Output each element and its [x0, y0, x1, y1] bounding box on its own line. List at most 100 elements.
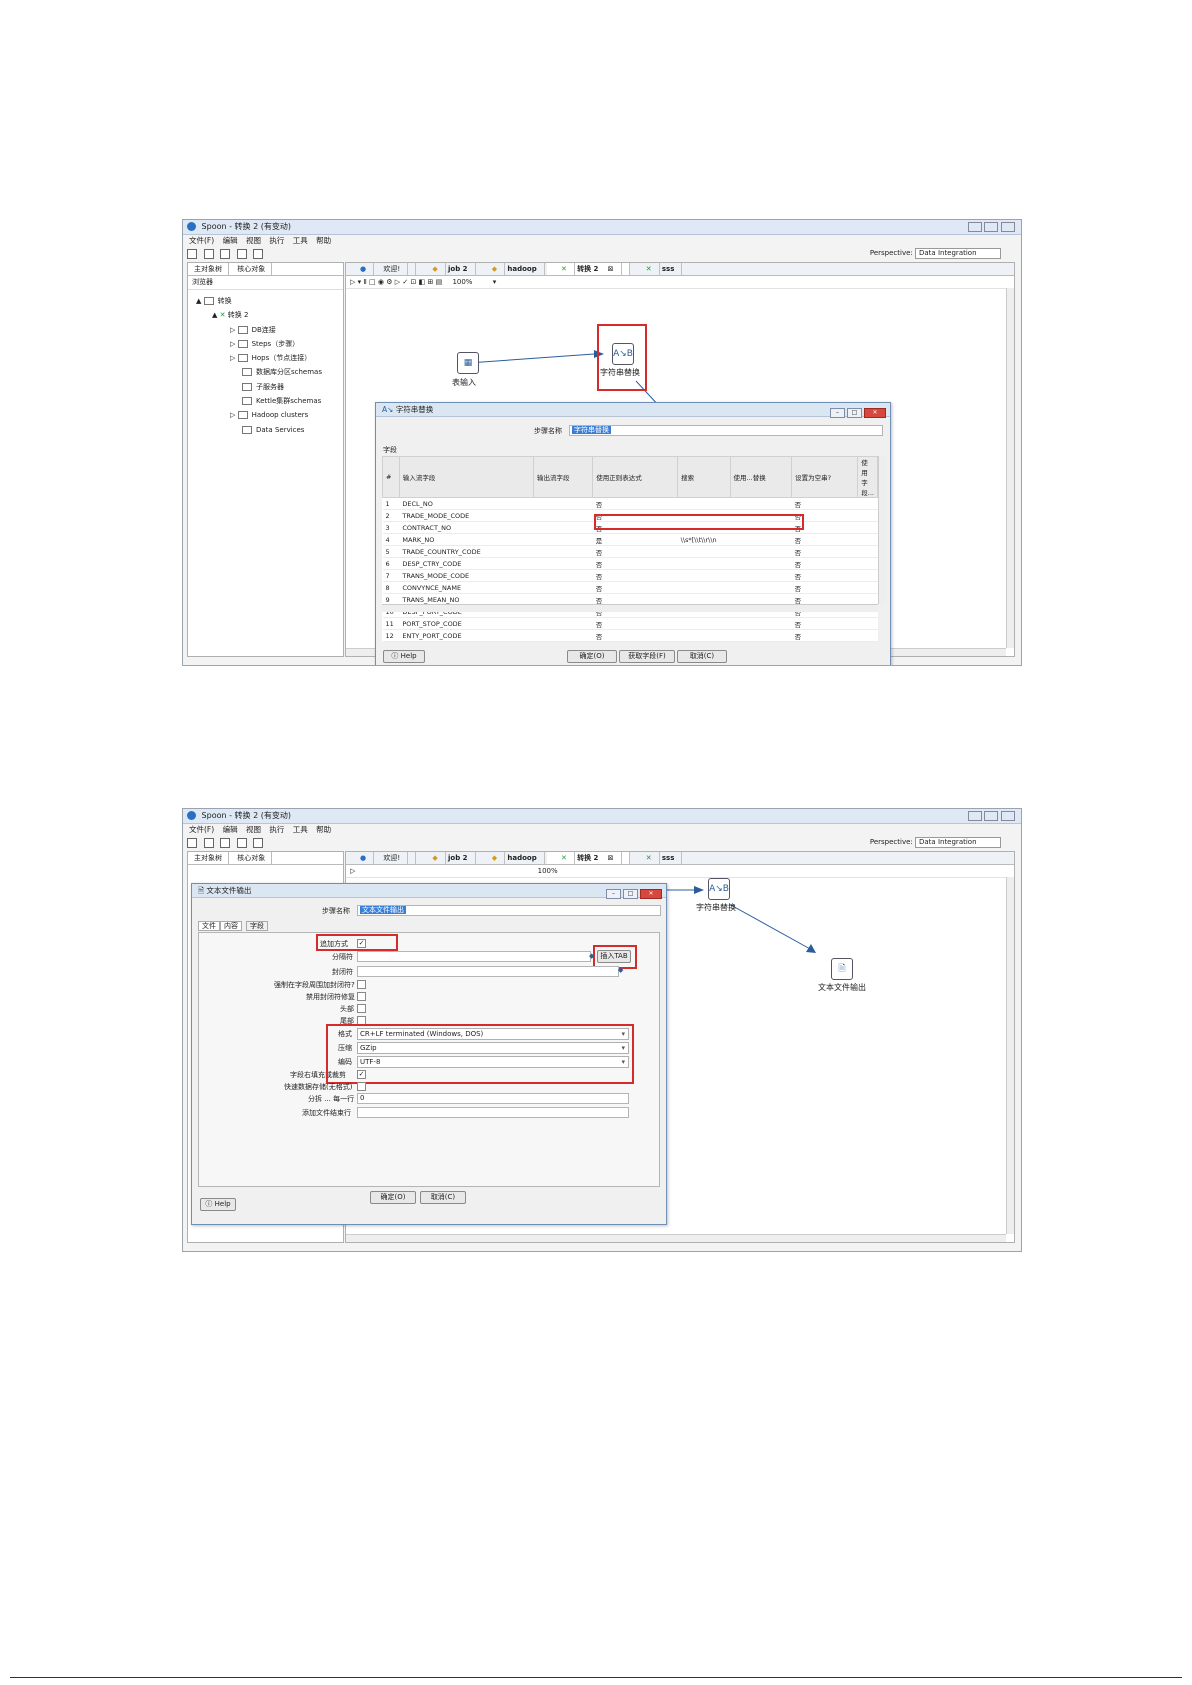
menu-edit[interactable]: 编辑: [223, 236, 238, 245]
col-out-stream[interactable]: 输出流字段: [532, 456, 594, 498]
tab-design[interactable]: 核心对象: [231, 263, 273, 275]
tab-view[interactable]: 主对象树: [188, 263, 229, 275]
hop-arrow-icon: [806, 944, 816, 953]
col-replace-field[interactable]: 使用字段...: [857, 456, 878, 498]
col-in-stream[interactable]: 输入流字段: [398, 456, 534, 498]
disable-enclosure-fix-checkbox[interactable]: [357, 992, 366, 1001]
help-button[interactable]: ⓘ Help: [383, 650, 425, 663]
tree-item-cluster-schemas[interactable]: Kettle集群schemas: [188, 394, 343, 408]
col-index[interactable]: #: [382, 456, 400, 498]
help-button[interactable]: ⓘ Help: [200, 1198, 236, 1211]
tab-file[interactable]: 文件: [198, 921, 220, 931]
minimize-icon[interactable]: –: [606, 889, 621, 899]
split-every-input[interactable]: 0: [357, 1093, 629, 1104]
table-row[interactable]: 11 PORT_STOP_CODE 否否: [382, 617, 878, 630]
tree-item-transformations[interactable]: ▲ 转换: [188, 294, 343, 308]
perspective-select[interactable]: Data Integration: [915, 248, 1001, 259]
open-file-icon[interactable]: [203, 838, 214, 848]
table-vertical-scrollbar[interactable]: [878, 456, 886, 604]
menu-help[interactable]: 帮助: [316, 236, 331, 245]
table-row[interactable]: 8 CONVYNCE_NAME 否否: [382, 581, 878, 594]
tree-item-partition-schemas[interactable]: 数据库分区schemas: [188, 365, 343, 379]
explore-repository-icon[interactable]: [220, 249, 231, 259]
table-horizontal-scrollbar[interactable]: [382, 604, 878, 612]
tab-content[interactable]: 内容: [220, 921, 242, 931]
table-row[interactable]: 1 DECL_NO 否否: [382, 497, 878, 510]
new-file-icon[interactable]: [187, 838, 197, 848]
menu-file[interactable]: 文件(F): [189, 825, 214, 834]
col-use-regex[interactable]: 使用正则表达式: [592, 456, 679, 498]
col-search[interactable]: 搜索: [677, 456, 731, 498]
col-replace-with[interactable]: 使用...替换: [729, 456, 793, 498]
tab-view[interactable]: 主对象树: [188, 852, 229, 864]
save-icon[interactable]: [236, 249, 247, 259]
left-panel: 主对象树 核心对象 浏览器 ▲ 转换 ▲ ✕ 转换 2 ▷ DB连接 ▷ Ste…: [187, 262, 344, 657]
table-input-step-icon[interactable]: ▦: [457, 352, 479, 374]
menu-edit[interactable]: 编辑: [223, 825, 238, 834]
ok-button[interactable]: 确定(O): [567, 650, 617, 663]
table-row[interactable]: 6 DESP_CTRY_CODE 否否: [382, 557, 878, 570]
string-replace-step-icon[interactable]: A↘B: [708, 878, 730, 900]
menu-file[interactable]: 文件(F): [189, 236, 214, 245]
step-name-input[interactable]: 文本文件输出: [357, 905, 661, 916]
tab-design[interactable]: 核心对象: [231, 852, 273, 864]
text-output-step-icon[interactable]: 🗎: [831, 958, 853, 980]
tree-item-transformation-2[interactable]: ▲ ✕ 转换 2: [188, 308, 343, 322]
tree-item-slave-servers[interactable]: 子服务器: [188, 380, 343, 394]
header-checkbox[interactable]: [357, 1004, 366, 1013]
table-input-step-label: 表输入: [452, 378, 476, 387]
table-row[interactable]: 12 ENTY_PORT_CODE 否否: [382, 629, 878, 642]
col-set-empty[interactable]: 设置为空串?: [791, 456, 859, 498]
step-name-input[interactable]: 字符串替换: [569, 425, 883, 436]
fast-dump-checkbox[interactable]: [357, 1082, 366, 1091]
tree-item-hadoop-clusters[interactable]: ▷ Hadoop clusters: [188, 408, 343, 422]
canvas-horizontal-scrollbar[interactable]: [346, 1234, 1006, 1242]
tree-item-hops[interactable]: ▷ Hops（节点连接）: [188, 351, 343, 365]
tree-item-steps[interactable]: ▷ Steps（步骤）: [188, 337, 343, 351]
menu-run[interactable]: 执行: [269, 236, 284, 245]
new-file-icon[interactable]: [187, 249, 197, 259]
force-enclosure-checkbox[interactable]: [357, 980, 366, 989]
menu-tools[interactable]: 工具: [293, 825, 308, 834]
save-as-icon[interactable]: [253, 249, 264, 259]
table-row[interactable]: 7 TRANS_MODE_CODE 否否: [382, 569, 878, 582]
canvas-vertical-scrollbar[interactable]: [1006, 288, 1014, 648]
cancel-button[interactable]: 取消(C): [677, 650, 727, 663]
menu-view[interactable]: 视图: [246, 825, 261, 834]
tree-item-data-services[interactable]: Data Services: [188, 423, 343, 437]
open-file-icon[interactable]: [203, 249, 214, 259]
table-row[interactable]: 5 TRADE_COUNTRY_CODE 否否: [382, 545, 878, 558]
fast-dump-label: 快速数据存储(无格式): [284, 1083, 353, 1091]
ok-button[interactable]: 确定(O): [370, 1191, 416, 1204]
add-ending-line-input[interactable]: [357, 1107, 629, 1118]
close-icon[interactable]: ✕: [640, 889, 662, 899]
minimize-icon[interactable]: [967, 811, 982, 821]
menu-view[interactable]: 视图: [246, 236, 261, 245]
close-icon[interactable]: ✕: [864, 408, 886, 418]
window-title: Spoon - 转换 2 (有变动): [201, 811, 291, 820]
menu-help[interactable]: 帮助: [316, 825, 331, 834]
explore-repository-icon[interactable]: [220, 838, 231, 848]
save-icon[interactable]: [236, 838, 247, 848]
maximize-icon[interactable]: □: [623, 889, 638, 899]
close-icon[interactable]: [1001, 811, 1015, 821]
disable-enclosure-fix-label: 禁用封闭符修复: [306, 993, 355, 1001]
minimize-icon[interactable]: [967, 222, 982, 232]
minimize-icon[interactable]: –: [830, 408, 845, 418]
get-fields-button[interactable]: 获取字段(F): [619, 650, 675, 663]
canvas-vertical-scrollbar[interactable]: [1006, 877, 1014, 1234]
enclosure-input[interactable]: [357, 966, 619, 977]
cancel-button[interactable]: 取消(C): [420, 1191, 466, 1204]
tab-fields[interactable]: 字段: [246, 921, 268, 931]
maximize-icon[interactable]: [984, 222, 999, 232]
maximize-icon[interactable]: [984, 811, 999, 821]
maximize-icon[interactable]: □: [847, 408, 862, 418]
save-as-icon[interactable]: [253, 838, 264, 848]
menu-run[interactable]: 执行: [269, 825, 284, 834]
table-row[interactable]: 4 MARK_NO 是 \\s*[\\t\\r\\n 否: [382, 533, 878, 546]
close-icon[interactable]: [1001, 222, 1015, 232]
perspective-select[interactable]: Data Integration: [915, 837, 1001, 848]
menu-tools[interactable]: 工具: [293, 236, 308, 245]
tree-item-db-connections[interactable]: ▷ DB连接: [188, 323, 343, 337]
separator-input[interactable]: [357, 951, 591, 962]
